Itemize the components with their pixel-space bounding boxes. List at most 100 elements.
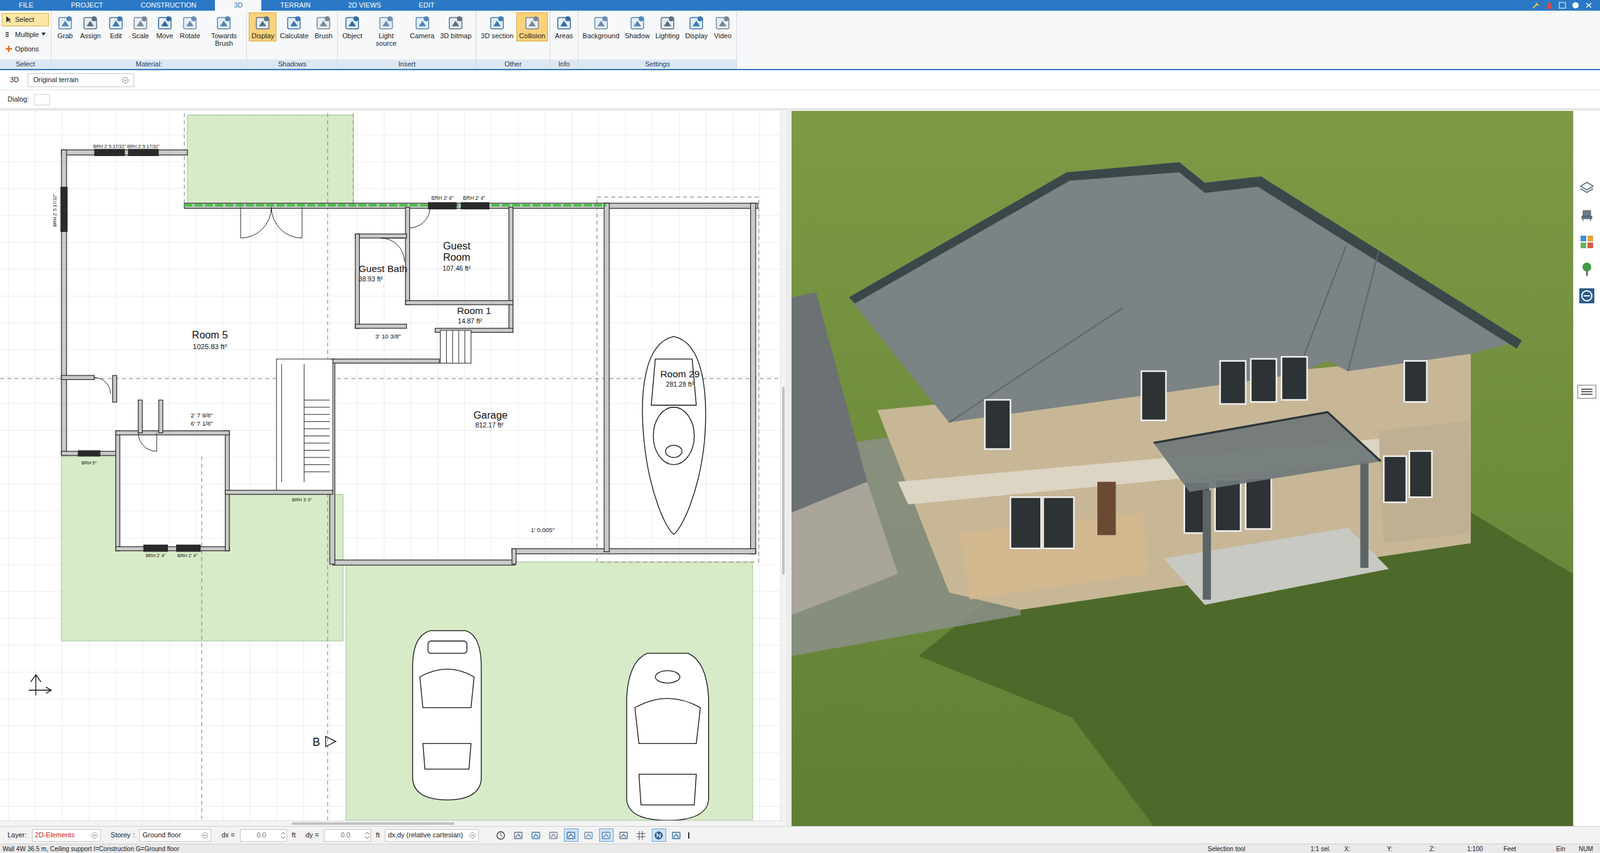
ribbon-button-label: Display: [251, 31, 274, 40]
ribbon-button[interactable]: Grab: [53, 12, 78, 42]
tools-icon[interactable]: [1532, 1, 1540, 9]
menu-tab[interactable]: TERRAIN: [261, 0, 330, 11]
dropdown[interactable]: 2D-Elements: [31, 829, 101, 842]
ribbon-button[interactable]: Display: [248, 12, 277, 42]
dropdown[interactable]: Ground floor: [139, 829, 212, 842]
ribbon-button[interactable]: Lighting: [653, 12, 683, 42]
status-cells: Selection tool1:1 sel.X:Y:Z:1:100FeetEin…: [1207, 844, 1598, 853]
splitter[interactable]: [785, 110, 792, 827]
house-3d-render[interactable]: [791, 110, 1574, 827]
tool-icon: [130, 13, 150, 32]
view-3d[interactable]: [791, 110, 1574, 827]
more-icon[interactable]: [686, 830, 691, 841]
dialog-field[interactable]: [33, 94, 51, 106]
plan-label: 812.17 ft²: [475, 421, 504, 429]
ribbon-button[interactable]: Rotate: [177, 12, 203, 42]
ribbon-button[interactable]: Camera: [407, 12, 437, 42]
toggle-button[interactable]: [599, 828, 614, 842]
tool-icon: [653, 830, 664, 841]
tool-icon: [658, 13, 677, 32]
ribbon-group-label: Shadows: [278, 58, 307, 70]
layers-icon[interactable]: [1578, 179, 1595, 197]
number-field[interactable]: 0.0: [240, 829, 288, 842]
toggle-button[interactable]: [634, 828, 649, 842]
panel-menu-icon[interactable]: [1577, 384, 1597, 399]
furniture-icon[interactable]: [1578, 206, 1595, 224]
menu-tab[interactable]: EDIT: [399, 0, 454, 11]
minimize-icon[interactable]: [1558, 1, 1567, 9]
select-option[interactable]: Select: [1, 13, 49, 27]
toggle-button[interactable]: [511, 828, 526, 842]
scroll-thumb[interactable]: [782, 386, 785, 575]
tool-icon: [627, 13, 647, 32]
horizontal-scrollbar[interactable]: [0, 820, 786, 827]
plants-icon[interactable]: [1578, 260, 1595, 278]
ribbon-button[interactable]: Scale: [128, 12, 153, 42]
plus-icon: [5, 45, 13, 53]
ribbon-group: ObjectLight sourceCamera3D bitmapInsert: [337, 10, 477, 69]
tool-icon: [513, 830, 524, 841]
terrain-value: Original terrain: [33, 74, 79, 86]
close-icon[interactable]: [1584, 1, 1593, 9]
north-arrow-icon: [28, 674, 52, 696]
toggle-button[interactable]: [546, 828, 561, 842]
ribbon-button[interactable]: Video: [710, 12, 735, 42]
ribbon-button[interactable]: Edit: [104, 12, 128, 42]
menu-tab[interactable]: PROJECT: [52, 0, 122, 11]
menu-tab[interactable]: 3D: [214, 0, 262, 11]
tool-icon: [80, 13, 100, 32]
ribbon-group-caption: Other: [476, 59, 550, 69]
menu-tab[interactable]: 2D VIEWS: [329, 0, 401, 11]
selected-wall[interactable]: [184, 203, 607, 207]
ribbon-button[interactable]: Collision: [516, 12, 548, 42]
ribbon-button[interactable]: Object: [339, 12, 365, 42]
toggle-button[interactable]: [616, 828, 632, 842]
section-marker-icon[interactable]: [325, 736, 336, 747]
toggle-button[interactable]: [669, 828, 684, 842]
number-field[interactable]: 0.0: [324, 829, 372, 842]
floor-plan[interactable]: Room 51025.83 ft²Guest Bath38.93 ft²Gues…: [0, 110, 781, 821]
dropdown[interactable]: dx,dy (relative cartesian): [384, 829, 479, 842]
menu-tab[interactable]: CONSTRUCTION: [122, 0, 216, 11]
select-option[interactable]: Multiple: [1, 28, 49, 42]
spinner-icon[interactable]: [364, 830, 371, 841]
ribbon-button[interactable]: Move: [152, 12, 177, 42]
car[interactable]: [626, 653, 709, 821]
toggle-button[interactable]: [528, 828, 544, 842]
spinner-icon[interactable]: [280, 830, 287, 841]
walls[interactable]: [61, 149, 758, 566]
ribbon-button[interactable]: Display: [682, 12, 711, 42]
ribbon-button[interactable]: Brush: [311, 12, 336, 42]
ribbon-button[interactable]: Shadow: [622, 12, 653, 42]
menu-tab[interactable]: FILE: [0, 0, 53, 11]
toggle-button[interactable]: [651, 828, 667, 842]
ribbon-button-label: 3D section: [480, 31, 514, 40]
ribbon-button-label: Grab: [57, 31, 73, 40]
ribbon-button[interactable]: Background: [580, 12, 622, 42]
toggle-button[interactable]: [581, 828, 597, 842]
materials-icon[interactable]: [1578, 233, 1595, 251]
stairs[interactable]: [276, 330, 471, 491]
view-label: 3D: [5, 74, 21, 86]
vertical-scrollbar[interactable]: [780, 110, 786, 821]
ribbon-button[interactable]: Towards Brush: [203, 12, 245, 49]
car[interactable]: [412, 630, 481, 800]
ribbon-button[interactable]: 3D bitmap: [437, 12, 474, 42]
ribbon-button[interactable]: 3D section: [478, 12, 516, 42]
plan-label: 2' 7 9/8": [190, 411, 214, 419]
boat[interactable]: [642, 336, 706, 535]
remote-icon[interactable]: [1578, 287, 1595, 304]
user-icon[interactable]: [1545, 1, 1553, 9]
ribbon-group: Grab AssignEditScaleMoveRotateTowards Bru…: [51, 10, 247, 69]
help-icon[interactable]: [1571, 1, 1580, 9]
ribbon-button[interactable]: Calculate: [277, 12, 311, 42]
ribbon-button[interactable]: Areas: [552, 12, 576, 42]
select-option[interactable]: Options: [1, 42, 49, 56]
toggle-button[interactable]: [564, 828, 579, 842]
status-cell: 1:1 sel.: [1310, 844, 1336, 853]
scroll-thumb[interactable]: [291, 822, 455, 825]
ribbon-button[interactable]: Light source: [365, 12, 407, 49]
ribbon-button[interactable]: Assign: [77, 12, 104, 42]
toggle-button[interactable]: [493, 828, 509, 842]
terrain-select[interactable]: Original terrain: [27, 73, 135, 88]
